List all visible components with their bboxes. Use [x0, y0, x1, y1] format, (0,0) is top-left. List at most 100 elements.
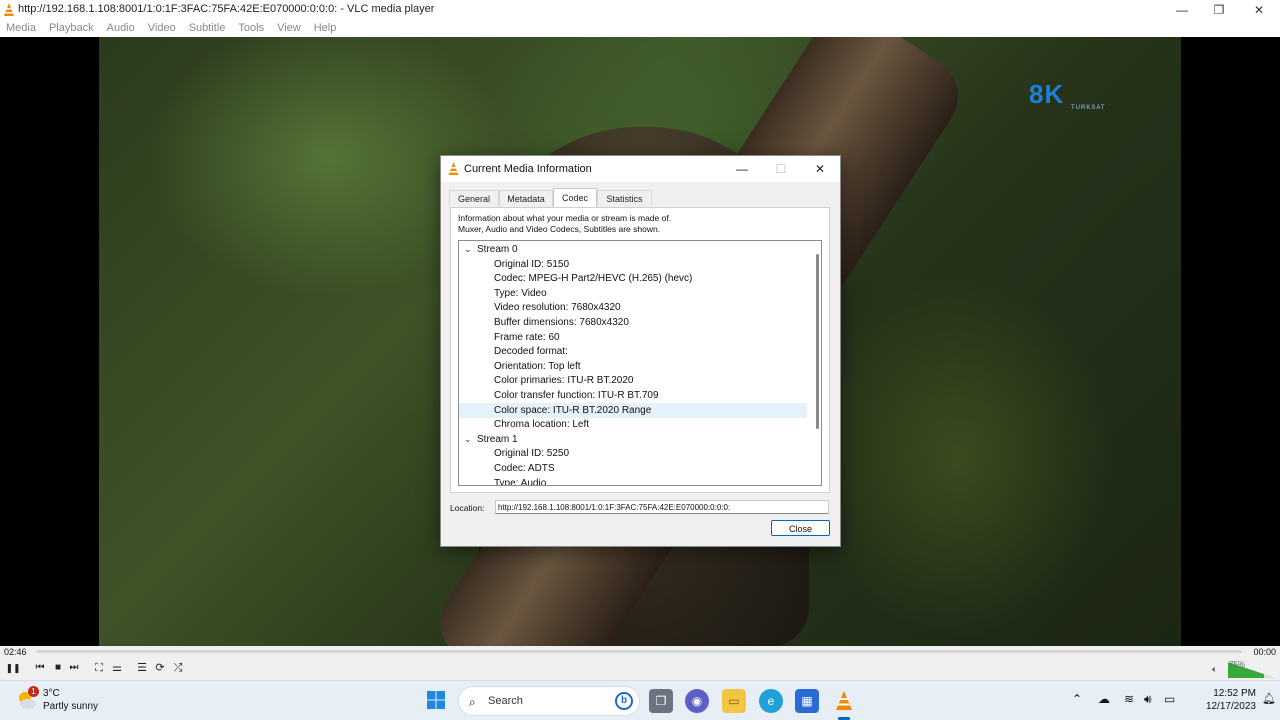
tab-statistics[interactable]: Statistics — [597, 190, 652, 206]
chevron-down-icon[interactable]: ⌄ — [464, 242, 472, 257]
tree-property-row[interactable]: Decoded format: — [459, 344, 807, 359]
previous-button[interactable]: ⏮ — [32, 661, 48, 675]
remaining-time[interactable]: 00:00 — [1253, 647, 1276, 657]
tree-row-label: Video resolution: 7680x4320 — [494, 302, 621, 314]
next-button[interactable]: ⏭ — [66, 661, 82, 675]
close-button[interactable]: Close — [771, 520, 830, 536]
edge-icon[interactable]: e — [759, 689, 783, 713]
notification-badge: 1 — [28, 686, 39, 697]
close-window-button[interactable]: ✕ — [1240, 0, 1278, 20]
menu-tools[interactable]: Tools — [232, 20, 271, 34]
system-clock[interactable]: 12:52 PM 12/17/2023 — [1206, 687, 1256, 713]
tree-row-label: Stream 0 — [477, 244, 518, 255]
taskbar-search[interactable]: ⌕ Search b — [458, 686, 640, 716]
tree-scrollbar[interactable] — [816, 254, 819, 429]
chevron-up-icon[interactable]: ⌃ — [1072, 692, 1082, 706]
tree-row-label: Codec: ADTS — [494, 463, 555, 474]
teams-icon[interactable]: ◉ — [685, 689, 709, 713]
tree-property-row[interactable]: Orientation: Top left — [459, 359, 807, 374]
codec-tree[interactable]: ⌄ Stream 0 Original ID: 5150 Codec: MPEG-H … — [458, 240, 822, 486]
extended-settings-button[interactable]: ⚌ — [109, 661, 125, 675]
dialog-minimize-button[interactable]: — — [723, 156, 761, 182]
tree-row-label: Original ID: 5250 — [494, 448, 570, 460]
shuffle-button[interactable]: ⤮ — [170, 661, 186, 675]
tree-row-label: Orientation: Top left — [494, 360, 581, 372]
tree-property-row[interactable]: Original ID: 5250 — [459, 446, 807, 461]
speaker-icon[interactable]: 🔈︎ — [1212, 664, 1217, 675]
vlc-cone-icon — [448, 162, 459, 175]
loop-button[interactable]: ⟳ — [152, 661, 168, 675]
location-field[interactable]: http://192.168.1.108:8001/1:0:1F:3FAC:75… — [495, 500, 829, 514]
vlc-taskbar-icon[interactable] — [832, 689, 856, 713]
menu-help[interactable]: Help — [308, 20, 344, 34]
store-icon[interactable]: ▦ — [795, 689, 819, 713]
tree-property-row[interactable]: Color space: ITU-R BT.2020 Range — [459, 402, 807, 418]
bell-icon[interactable]: 🔔︎ — [1262, 692, 1276, 705]
dialog-maximize-button: ☐ — [775, 162, 787, 176]
weather-temperature[interactable]: 3°C — [43, 688, 60, 699]
channel-logo-sub: TURKSAT — [1071, 105, 1106, 111]
tree-property-row[interactable]: Chroma location: Left — [459, 417, 807, 432]
tree-property-row[interactable]: Type: Audio — [459, 476, 807, 486]
file-explorer-icon[interactable]: ▭ — [722, 689, 746, 713]
tree-property-row[interactable]: Color transfer function: ITU-R BT.709 — [459, 388, 807, 403]
cloud-icon[interactable]: ☁ — [1098, 692, 1110, 706]
tree-row-label: Color space: ITU-R BT.2020 Range — [494, 404, 652, 416]
media-info-dialog: Current Media Information — ☐ ✕ General … — [440, 155, 841, 547]
channel-logo-text: 8K — [1029, 79, 1065, 109]
tree-stream-node[interactable]: ⌄ Stream 1 — [459, 432, 807, 447]
tab-metadata[interactable]: Metadata — [499, 190, 553, 206]
volume-label: 75% — [1229, 660, 1246, 669]
search-placeholder: Search — [488, 695, 523, 707]
task-view-icon[interactable]: ❐ — [649, 689, 673, 713]
stop-button[interactable]: ■ — [50, 661, 66, 675]
tree-property-row[interactable]: Type: Video — [459, 286, 807, 301]
tab-codec[interactable]: Codec — [553, 188, 597, 207]
menu-view[interactable]: View — [271, 20, 308, 34]
tree-stream-node[interactable]: ⌄ Stream 0 — [459, 242, 807, 257]
tab-general[interactable]: General — [449, 190, 499, 206]
elapsed-time[interactable]: 02:46 — [4, 647, 27, 657]
menu-playback[interactable]: Playback — [43, 20, 101, 34]
tree-property-row[interactable]: Buffer dimensions: 7680x4320 — [459, 315, 807, 330]
tree-row-label: Original ID: 5150 — [494, 258, 570, 270]
dialog-titlebar: Current Media Information — ☐ ✕ — [441, 156, 840, 182]
fullscreen-button[interactable]: ⛶ — [91, 661, 107, 675]
windows-start-icon[interactable] — [427, 691, 445, 709]
menu-subtitle[interactable]: Subtitle — [183, 20, 233, 34]
tree-property-row[interactable]: Frame rate: 60 — [459, 330, 807, 345]
search-icon: ⌕ — [469, 695, 476, 709]
seek-bar[interactable] — [36, 650, 1242, 653]
tree-row-label: Buffer dimensions: 7680x4320 — [494, 317, 629, 328]
volume-control[interactable]: 🔈︎ 75% — [1212, 660, 1276, 678]
weather-condition[interactable]: Partly sunny — [43, 701, 98, 712]
maximize-button[interactable]: ❐ — [1200, 0, 1238, 20]
tree-row-label: Decoded format: — [494, 346, 568, 358]
wifi-icon[interactable]: ≋ — [1124, 692, 1134, 706]
codec-info-line-1: Information about what your media or str… — [458, 213, 672, 223]
dialog-title: Current Media Information — [464, 163, 592, 175]
tree-row-label: Type: Audio — [494, 477, 547, 486]
codec-info-line-2: Muxer, Audio and Video Codecs, Subtitles… — [458, 224, 661, 234]
window-titlebar: http://192.168.1.108:8001/1:0:1F:3FAC:75… — [0, 0, 1280, 20]
menu-video[interactable]: Video — [142, 20, 183, 34]
codec-panel: Information about what your media or str… — [450, 207, 830, 493]
chevron-down-icon[interactable]: ⌄ — [464, 432, 472, 447]
bing-icon[interactable]: b — [615, 692, 633, 710]
minimize-button[interactable]: — — [1163, 0, 1201, 20]
battery-icon[interactable]: ▭ — [1164, 692, 1175, 706]
clock-time: 12:52 PM — [1213, 688, 1256, 699]
tree-property-row[interactable]: Codec: ADTS — [459, 461, 807, 476]
playlist-button[interactable]: ☰ — [134, 661, 150, 675]
dialog-close-icon-button[interactable]: ✕ — [801, 156, 839, 182]
speaker-icon[interactable]: 🔊︎ — [1144, 692, 1152, 707]
tree-property-row[interactable]: Video resolution: 7680x4320 — [459, 300, 807, 315]
pause-button[interactable]: ❚❚ — [5, 661, 21, 675]
menu-media[interactable]: Media — [0, 20, 43, 34]
tree-property-row[interactable]: Original ID: 5150 — [459, 257, 807, 272]
tree-property-row[interactable]: Color primaries: ITU-R BT.2020 — [459, 373, 807, 388]
menu-audio[interactable]: Audio — [101, 20, 142, 34]
tree-row-label: Color primaries: ITU-R BT.2020 — [494, 375, 634, 387]
menu-bar: Media Playback Audio Video Subtitle Tools View… — [0, 20, 1280, 37]
tree-property-row[interactable]: Codec: MPEG-H Part2/HEVC (H.265) (hevc) — [459, 271, 807, 286]
